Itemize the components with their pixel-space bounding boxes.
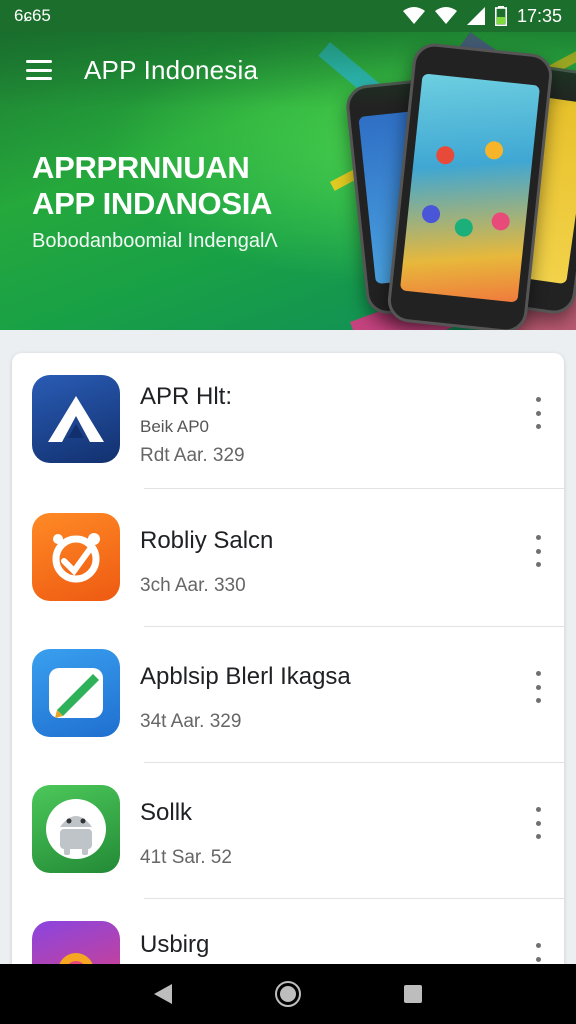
app-name: Sollk	[140, 799, 193, 826]
status-bar: 6ɕ65 17:35	[0, 0, 576, 32]
status-left-text: 6ɕ65	[14, 6, 51, 25]
phone-illustration	[385, 41, 555, 330]
app-meta: 3ch Aar. 330	[140, 575, 246, 596]
menu-icon[interactable]	[26, 60, 52, 80]
triangle-logo-icon	[32, 375, 120, 463]
pen-icon	[32, 649, 120, 737]
list-item[interactable]: APR Hlt: Beik AP0 Rdt Aar. 329	[12, 353, 564, 489]
app-meta: Rdt Aar. 329	[140, 445, 245, 466]
app-name: Apblsip Blerl Ikagsa	[140, 663, 351, 690]
hero-headline-1: APRPRNNUAN	[32, 150, 250, 185]
app-subtitle: Beik AP0	[140, 417, 209, 436]
status-icons: 17:35	[402, 5, 562, 27]
more-vert-icon[interactable]	[532, 535, 544, 567]
app-title: APP Indonesia	[84, 54, 259, 85]
orange-gear-icon	[32, 513, 120, 601]
status-time: 17:35	[516, 5, 562, 26]
android-icon	[32, 785, 120, 873]
app-meta: 41t Sar. 52	[140, 847, 232, 868]
app-name: Robliy Salcn	[140, 527, 274, 554]
divider	[144, 488, 564, 489]
hero-subtitle: Bobodanboomial IndengalΛ	[32, 230, 278, 252]
wifi-icon	[434, 7, 457, 24]
app-meta: 34t Aar. 329	[140, 711, 242, 732]
app-list: APR Hlt: Beik AP0 Rdt Aar. 329 Robliy Sa…	[12, 353, 564, 993]
more-vert-icon[interactable]	[532, 397, 544, 429]
navigation-bar	[0, 964, 576, 1024]
more-vert-icon[interactable]	[532, 671, 544, 703]
hero-text: APRPRNNUAN APP INDΛNOSIA Bobodanboomial …	[32, 150, 278, 253]
list-item[interactable]: Robliy Salcn 3ch Aar. 330	[12, 491, 564, 627]
wifi-icon	[402, 7, 425, 24]
list-item[interactable]: Sollk 41t Sar. 52	[12, 763, 564, 899]
app-name: Usbirg	[140, 931, 210, 958]
signal-icon	[466, 7, 485, 25]
list-item[interactable]: Apblsip Blerl Ikagsa 34t Aar. 329	[12, 627, 564, 763]
hero-headline-2: APP INDΛNOSIA	[32, 186, 273, 221]
hero-banner: APP Indonesia APRPRNNUAN APP INDΛNOSIA B…	[0, 32, 576, 330]
app-name: APR Hlt:	[140, 383, 233, 410]
home-icon[interactable]	[268, 974, 308, 1014]
battery-icon	[494, 6, 507, 26]
more-vert-icon[interactable]	[532, 807, 544, 839]
recents-icon[interactable]	[393, 974, 433, 1014]
back-icon[interactable]	[143, 974, 183, 1014]
